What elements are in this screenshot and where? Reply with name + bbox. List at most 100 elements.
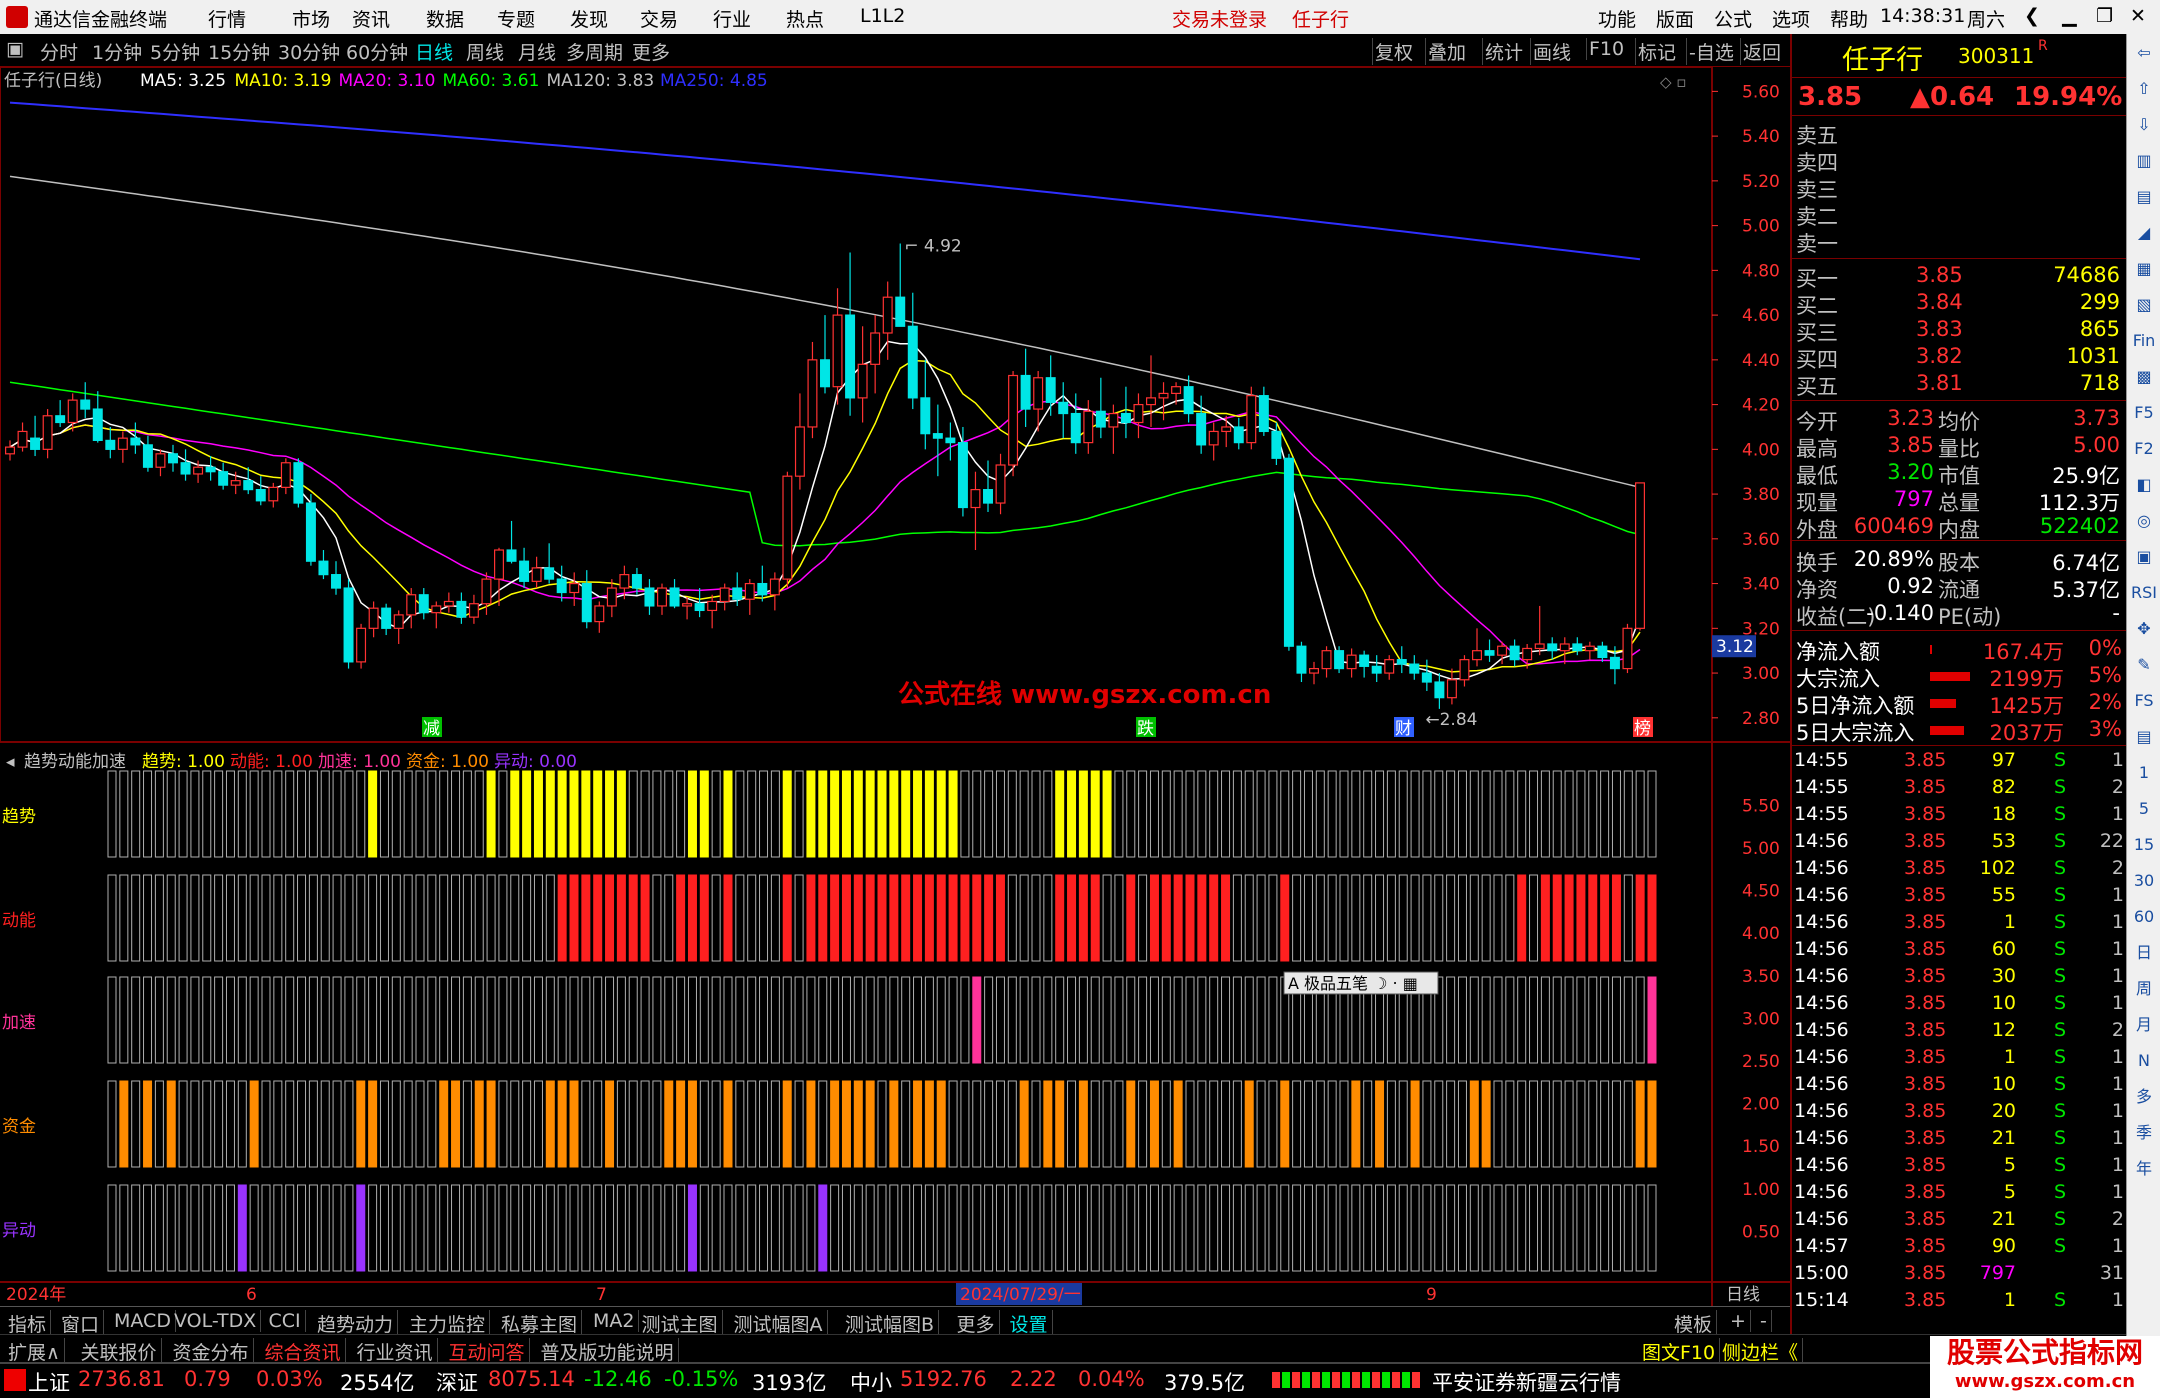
candle-body[interactable] bbox=[669, 587, 680, 607]
candle-body[interactable] bbox=[619, 574, 630, 589]
candle-body[interactable] bbox=[1309, 667, 1319, 674]
sidebar-icon-8[interactable]: Fin bbox=[2131, 328, 2157, 354]
candle-body[interactable] bbox=[807, 359, 818, 428]
candle-body[interactable] bbox=[1334, 650, 1345, 670]
toolbar-action-1[interactable]: 叠加 bbox=[1425, 38, 1468, 65]
candle-body[interactable] bbox=[957, 442, 968, 509]
period-tab-10[interactable]: 更多 bbox=[632, 38, 670, 65]
collapse-icon[interactable]: ▣ bbox=[6, 38, 24, 60]
period-tab-2[interactable]: 5分钟 bbox=[150, 38, 200, 65]
menu-item-8[interactable]: 热点 bbox=[786, 5, 824, 32]
toolbar-action-0[interactable]: 复权 bbox=[1372, 38, 1415, 65]
menu-item-0[interactable]: 行情 bbox=[208, 5, 246, 32]
indicator-tab-0[interactable]: 指标 bbox=[4, 1310, 52, 1337]
candle-body[interactable] bbox=[1597, 645, 1608, 659]
extension-tab-1[interactable]: 关联报价 bbox=[77, 1338, 162, 1365]
sidebar-icon-7[interactable]: ▧ bbox=[2131, 292, 2157, 318]
candle-body[interactable] bbox=[544, 567, 555, 580]
menu-item-2[interactable]: 资讯 bbox=[352, 5, 390, 32]
candle-body[interactable] bbox=[1233, 426, 1244, 444]
indicator-tab-7[interactable]: 私募主图 bbox=[497, 1310, 583, 1337]
candle-body[interactable] bbox=[1509, 645, 1520, 661]
sidebar-icon-2[interactable]: ⇩ bbox=[2131, 112, 2157, 138]
sidebar-icon-22[interactable]: 15 bbox=[2131, 832, 2157, 858]
candle-body[interactable] bbox=[932, 433, 943, 439]
candle-body[interactable] bbox=[443, 600, 454, 607]
candle-body[interactable] bbox=[1083, 410, 1094, 444]
candle-body[interactable] bbox=[381, 607, 392, 629]
candle-body[interactable] bbox=[1058, 401, 1069, 415]
indicator-tab-8[interactable]: MA2 bbox=[589, 1310, 640, 1332]
candle-body[interactable] bbox=[657, 587, 667, 607]
candle-body[interactable] bbox=[945, 437, 956, 444]
candle-body[interactable] bbox=[1497, 645, 1508, 656]
candle-body[interactable] bbox=[243, 480, 254, 491]
candle-body[interactable] bbox=[556, 578, 567, 594]
indicator-tab-5[interactable]: 趋势动力 bbox=[313, 1310, 399, 1337]
sidebar-icon-21[interactable]: 5 bbox=[2131, 796, 2157, 822]
extension-tab-4[interactable]: 行业资讯 bbox=[353, 1338, 438, 1365]
candle-body[interactable] bbox=[255, 489, 266, 502]
candle-body[interactable] bbox=[882, 296, 893, 334]
sidebar-icon-15[interactable]: RSI bbox=[2131, 580, 2157, 606]
candle-body[interactable] bbox=[794, 426, 805, 477]
candle-body[interactable] bbox=[1246, 395, 1257, 444]
indicator-tab-9[interactable]: 测试主图 bbox=[638, 1310, 723, 1337]
candle-body[interactable] bbox=[1108, 412, 1119, 428]
sidebar-icon-4[interactable]: ▤ bbox=[2131, 184, 2157, 210]
candle-body[interactable] bbox=[1359, 654, 1370, 667]
candle-body[interactable] bbox=[857, 363, 868, 399]
candle-body[interactable] bbox=[1045, 377, 1056, 403]
candle-body[interactable] bbox=[1208, 430, 1219, 446]
candle-body[interactable] bbox=[1221, 426, 1232, 433]
candle-body[interactable] bbox=[757, 582, 768, 596]
candle-body[interactable] bbox=[995, 464, 1006, 504]
candle-body[interactable] bbox=[205, 466, 216, 473]
candle-body[interactable] bbox=[832, 314, 843, 388]
candle-body[interactable] bbox=[644, 587, 655, 607]
menu-item-5[interactable]: 发现 bbox=[570, 5, 608, 32]
chart-area[interactable]: 任子行(日线) MA5: 3.25 MA10: 3.19 MA20: 3.10 MA60… bbox=[0, 66, 1790, 1312]
candle-body[interactable] bbox=[519, 560, 530, 582]
candle-body[interactable] bbox=[1547, 643, 1558, 652]
candle-body[interactable] bbox=[594, 605, 605, 623]
candle-body[interactable] bbox=[230, 480, 241, 486]
candle-body[interactable] bbox=[1133, 403, 1144, 424]
candle-body[interactable] bbox=[682, 603, 693, 607]
extension-tab-2[interactable]: 资金分布 bbox=[169, 1338, 254, 1365]
candle-body[interactable] bbox=[155, 453, 166, 468]
candle-body[interactable] bbox=[293, 462, 304, 504]
candle-body[interactable] bbox=[105, 439, 116, 450]
candle-body[interactable] bbox=[631, 574, 642, 589]
sidebar-icon-3[interactable]: ▥ bbox=[2131, 148, 2157, 174]
candle-body[interactable] bbox=[1070, 412, 1081, 444]
extension-tab-6[interactable]: 普及版功能说明 bbox=[537, 1338, 679, 1365]
candle-body[interactable] bbox=[1409, 663, 1420, 674]
period-tab-0[interactable]: 分时 bbox=[40, 38, 78, 65]
right-menu-item-0[interactable]: 功能 bbox=[1598, 5, 1636, 32]
candle-body[interactable] bbox=[744, 582, 755, 600]
right-menu-item-3[interactable]: 选项 bbox=[1772, 5, 1810, 32]
candle-body[interactable] bbox=[1572, 643, 1583, 652]
period-tab-7[interactable]: 周线 bbox=[466, 38, 504, 65]
indicator-tab-15[interactable]: + bbox=[1726, 1310, 1751, 1332]
candle-body[interactable] bbox=[1095, 410, 1106, 428]
extension-tab-3[interactable]: 综合资讯 bbox=[261, 1338, 346, 1365]
candle-body[interactable] bbox=[393, 614, 404, 629]
sidebar-icon-18[interactable]: FS bbox=[2131, 688, 2157, 714]
indicator-collapse-icon[interactable]: ◂ bbox=[6, 752, 15, 772]
candle-body[interactable] bbox=[531, 567, 542, 582]
indicator-tab-3[interactable]: VOL-TDX bbox=[170, 1310, 262, 1332]
indicator-tab-4[interactable]: CCI bbox=[265, 1310, 306, 1332]
candle-body[interactable] bbox=[719, 587, 730, 603]
candle-body[interactable] bbox=[1033, 377, 1044, 410]
candle-body[interactable] bbox=[1321, 650, 1332, 670]
candle-body[interactable] bbox=[331, 574, 341, 589]
sidebar-icon-11[interactable]: F2 bbox=[2131, 436, 2157, 462]
candle-body[interactable] bbox=[42, 415, 53, 450]
sidebar-icon-28[interactable]: N bbox=[2131, 1048, 2157, 1074]
candle-body[interactable] bbox=[180, 462, 191, 475]
right-menu-item-2[interactable]: 公式 bbox=[1714, 5, 1752, 32]
indicator-tab-6[interactable]: 主力监控 bbox=[405, 1310, 491, 1337]
menu-item-4[interactable]: 专题 bbox=[497, 5, 535, 32]
